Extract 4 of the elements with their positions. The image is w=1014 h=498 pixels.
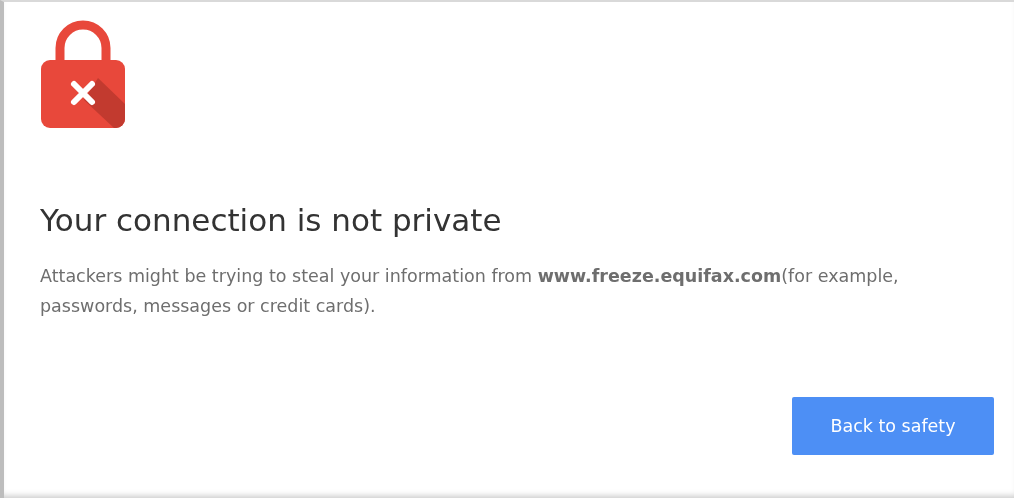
back-to-safety-button[interactable]: Back to safety (792, 397, 994, 456)
page-heading: Your connection is not private (40, 202, 503, 240)
lock-error-icon (40, 18, 126, 130)
warning-message: Attackers might be trying to steal your information from www.freeze.equifax.com(for example, passwords, messages or credit cards). (40, 265, 900, 319)
